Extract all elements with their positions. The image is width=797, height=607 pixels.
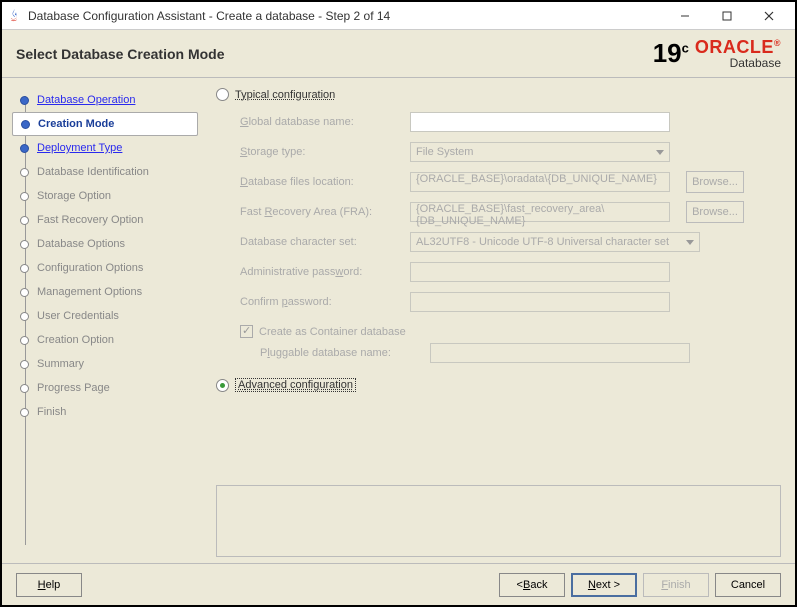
sidebar-item-progress-page: Progress Page — [12, 376, 198, 400]
step-dot-icon — [20, 384, 29, 393]
step-dot-icon — [20, 312, 29, 321]
step-dot-icon — [20, 168, 29, 177]
sidebar-item-creation-option: Creation Option — [12, 328, 198, 352]
sidebar-item-fast-recovery-option: Fast Recovery Option — [12, 208, 198, 232]
footer: Help < Back Next > Finish Cancel — [2, 563, 795, 605]
typical-label-text: ypical configuration — [241, 89, 335, 101]
content-area: Typical configuration Global database na… — [202, 78, 795, 563]
sidebar-item-label: Summary — [37, 358, 84, 370]
back-button[interactable]: < Back — [499, 573, 565, 597]
body: Database Operation Creation Mode Deploymen… — [2, 78, 795, 563]
next-button[interactable]: Next > — [571, 573, 637, 597]
cancel-button[interactable]: Cancel — [715, 573, 781, 597]
step-dot-icon — [20, 336, 29, 345]
fra-label: Fast Recovery Area (FRA): — [240, 206, 400, 218]
sidebar-item-creation-mode: Creation Mode — [12, 112, 198, 136]
typical-config-radio[interactable]: Typical configuration — [216, 88, 781, 101]
sidebar-item-user-credentials: User Credentials — [12, 304, 198, 328]
oracle-logo: 19c ORACLE® Database — [653, 37, 781, 70]
typical-form-block: Global database name: Storage type: File… — [216, 105, 781, 374]
sidebar: Database Operation Creation Mode Deploymen… — [2, 78, 202, 563]
pdb-input[interactable] — [430, 343, 690, 363]
pdb-label: Pluggable database name: — [260, 347, 420, 359]
db-files-label: Database files location: — [240, 176, 400, 188]
global-db-label: Global database name: — [240, 116, 400, 128]
admin-pw-input[interactable] — [410, 262, 670, 282]
sidebar-item-configuration-options: Configuration Options — [12, 256, 198, 280]
charset-label: Database character set: — [240, 236, 400, 248]
advanced-config-radio[interactable]: Advanced configuration — [216, 378, 781, 392]
step-dot-icon — [20, 96, 29, 105]
step-dot-icon — [20, 144, 29, 153]
chevron-down-icon — [686, 240, 694, 245]
db-files-input[interactable]: {ORACLE_BASE}\oradata\{DB_UNIQUE_NAME} — [410, 172, 670, 192]
step-dot-icon — [20, 264, 29, 273]
step-dot-icon — [20, 288, 29, 297]
close-button[interactable] — [755, 6, 783, 26]
sidebar-item-label: Configuration Options — [37, 262, 143, 274]
sidebar-item-label: User Credentials — [37, 310, 119, 322]
sidebar-item-label: Database Identification — [37, 166, 149, 178]
step-dot-icon — [20, 360, 29, 369]
help-button[interactable]: Help — [16, 573, 82, 597]
maximize-button[interactable] — [713, 6, 741, 26]
sidebar-item-database-options: Database Options — [12, 232, 198, 256]
radio-icon — [216, 88, 229, 101]
global-db-input[interactable] — [410, 112, 670, 132]
storage-type-label: Storage type: — [240, 146, 400, 158]
sidebar-item-label: Deployment Type — [37, 142, 122, 154]
confirm-pw-input[interactable] — [410, 292, 670, 312]
page-header: Select Database Creation Mode 19c ORACLE… — [2, 30, 795, 78]
chevron-down-icon — [656, 150, 664, 155]
confirm-pw-label: Confirm password: — [240, 296, 400, 308]
sidebar-item-finish: Finish — [12, 400, 198, 424]
sidebar-item-label: Progress Page — [37, 382, 110, 394]
sidebar-item-label: Management Options — [37, 286, 142, 298]
admin-pw-label: Administrative password: — [240, 266, 400, 278]
sidebar-item-label: Storage Option — [37, 190, 111, 202]
browse-db-files-button[interactable]: Browse... — [686, 171, 744, 193]
step-dot-icon — [21, 120, 30, 129]
browse-fra-button[interactable]: Browse... — [686, 201, 744, 223]
container-checkbox-row[interactable]: Create as Container database — [240, 325, 781, 338]
app-window: Database Configuration Assistant - Creat… — [0, 0, 797, 607]
step-dot-icon — [20, 192, 29, 201]
step-dot-icon — [20, 216, 29, 225]
charset-select[interactable]: AL32UTF8 - Unicode UTF-8 Universal chara… — [410, 232, 700, 252]
page-title: Select Database Creation Mode — [16, 46, 653, 62]
container-label: Create as Container database — [259, 326, 406, 338]
sidebar-item-database-operation[interactable]: Database Operation — [12, 88, 198, 112]
finish-button: Finish — [643, 573, 709, 597]
sidebar-item-label: Creation Mode — [38, 118, 114, 130]
sidebar-item-summary: Summary — [12, 352, 198, 376]
fra-input[interactable]: {ORACLE_BASE}\fast_recovery_area\{DB_UNI… — [410, 202, 670, 222]
sidebar-item-label: Finish — [37, 406, 66, 418]
sidebar-item-label: Creation Option — [37, 334, 114, 346]
step-dot-icon — [20, 408, 29, 417]
sidebar-item-label: Database Operation — [37, 94, 135, 106]
sidebar-item-deployment-type[interactable]: Deployment Type — [12, 136, 198, 160]
sidebar-item-storage-option: Storage Option — [12, 184, 198, 208]
sidebar-item-label: Fast Recovery Option — [37, 214, 143, 226]
minimize-button[interactable] — [671, 6, 699, 26]
message-area — [216, 485, 781, 557]
checkbox-icon — [240, 325, 253, 338]
storage-type-select[interactable]: File System — [410, 142, 670, 162]
step-dot-icon — [20, 240, 29, 249]
sidebar-item-database-identification: Database Identification — [12, 160, 198, 184]
java-icon — [6, 8, 22, 24]
titlebar: Database Configuration Assistant - Creat… — [2, 2, 795, 30]
radio-icon — [216, 379, 229, 392]
window-title: Database Configuration Assistant - Creat… — [28, 9, 671, 23]
window-controls — [671, 6, 791, 26]
sidebar-item-label: Database Options — [37, 238, 125, 250]
sidebar-item-management-options: Management Options — [12, 280, 198, 304]
